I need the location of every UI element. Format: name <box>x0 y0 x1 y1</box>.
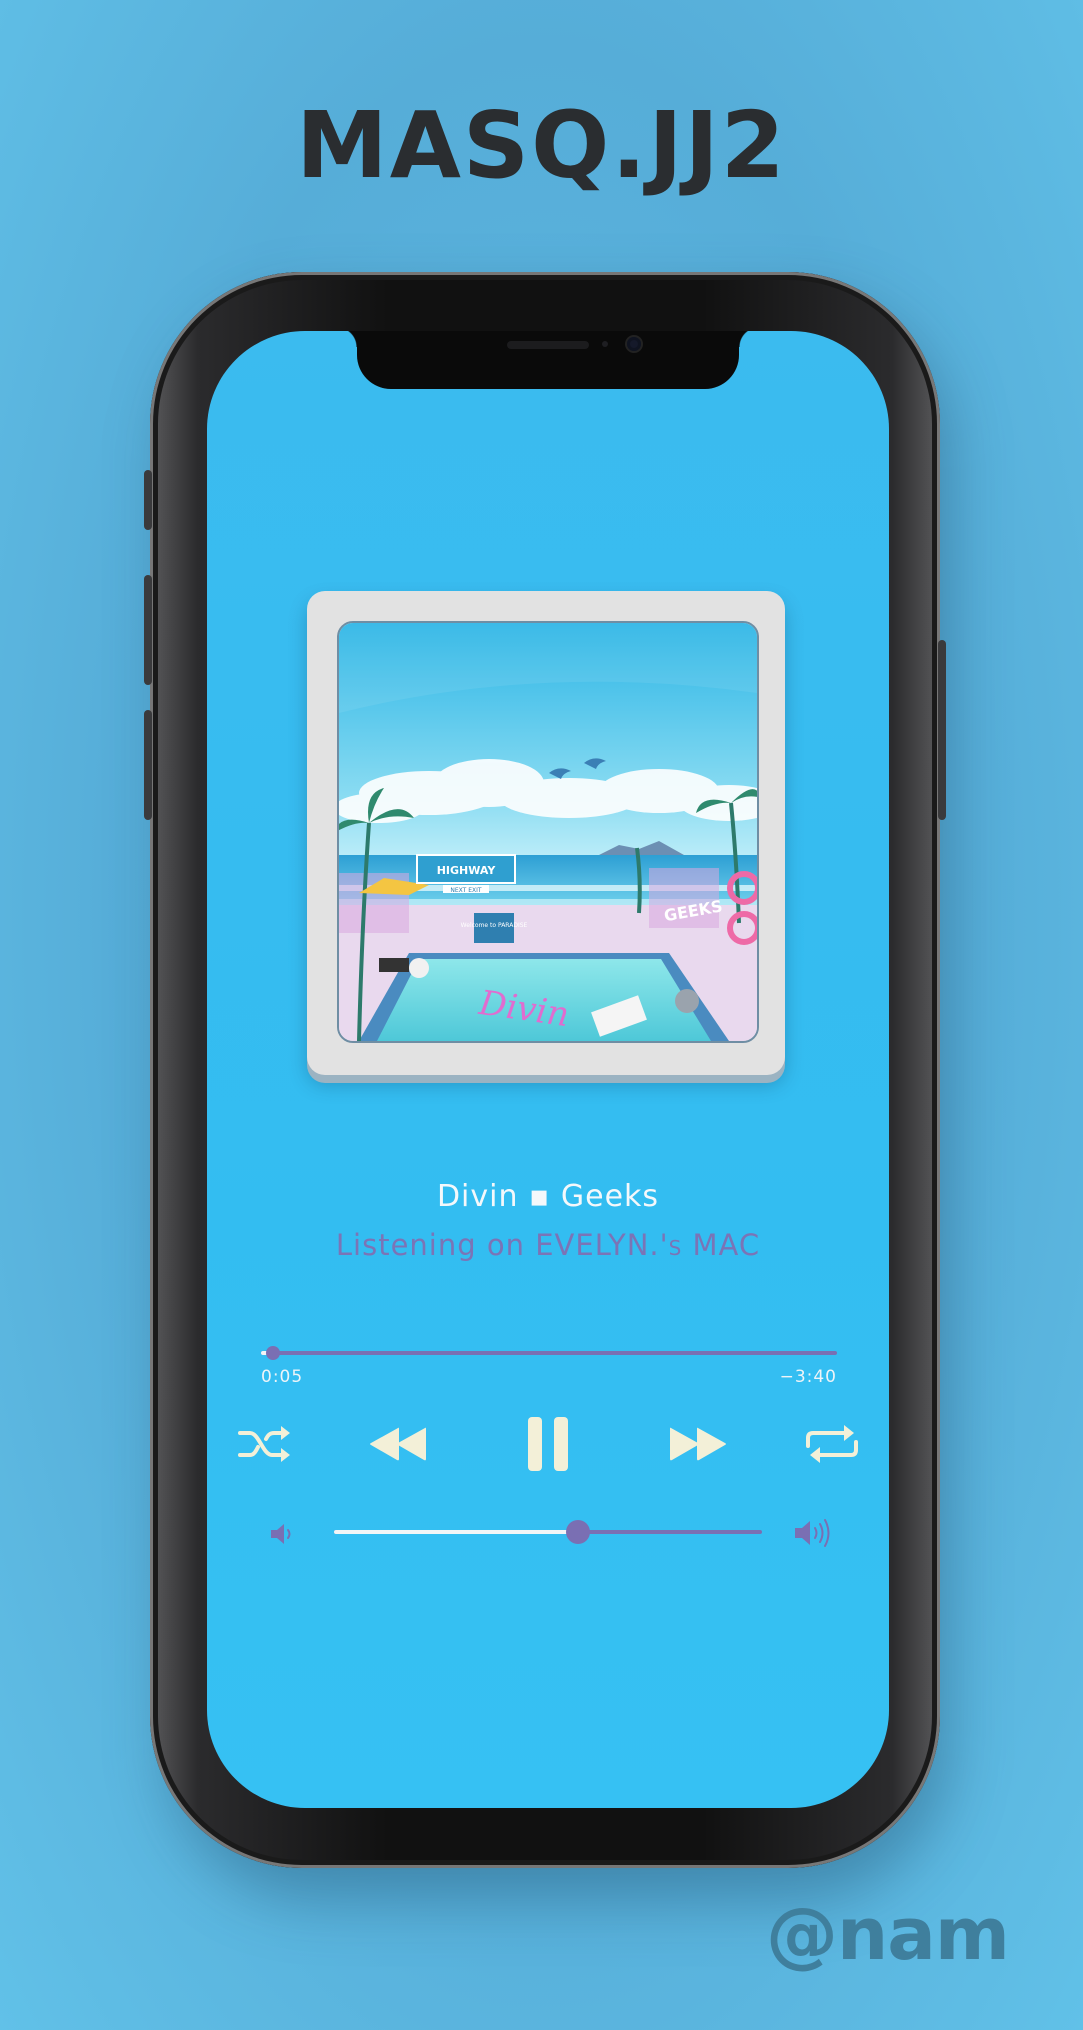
earpiece-speaker <box>507 341 589 349</box>
album-art-frame: Divin HIGHWAY NEXT EXIT Welcome to PARAD… <box>307 591 785 1075</box>
track-title: Divin ▪ Geeks <box>436 1179 660 1214</box>
progress-scrubber[interactable] <box>265 1346 280 1360</box>
album-art-illustration: Divin HIGHWAY NEXT EXIT Welcome to PARAD… <box>339 623 757 1041</box>
volume-knob[interactable] <box>565 1520 590 1544</box>
album-sign-next-exit: NEXT EXIT <box>450 887 482 894</box>
rewind-button[interactable] <box>365 1409 431 1479</box>
progress-bar[interactable] <box>261 1346 837 1360</box>
elapsed-time: 0:05 <box>261 1367 304 1387</box>
volume-fill <box>334 1530 578 1534</box>
phone-screen: Divin HIGHWAY NEXT EXIT Welcome to PARAD… <box>207 331 889 1808</box>
shuffle-icon <box>238 1426 290 1462</box>
fast-forward-icon <box>670 1427 726 1461</box>
rewind-icon <box>370 1427 426 1461</box>
poster-title: MASQ.JJ2 <box>296 92 787 199</box>
power-button <box>938 640 946 820</box>
listening-prefix: Listening on <box>335 1228 536 1262</box>
volume-low-icon <box>269 1523 295 1549</box>
front-camera <box>627 337 641 351</box>
pause-button[interactable] <box>513 1409 583 1479</box>
remaining-time: −3:40 <box>779 1367 837 1387</box>
album-art[interactable]: Divin HIGHWAY NEXT EXIT Welcome to PARAD… <box>337 621 759 1043</box>
pause-icon <box>528 1417 568 1471</box>
album-sign-welcome: Welcome to PARADISE <box>461 922 528 929</box>
device-name: EVELYN.'s MAC <box>535 1228 761 1262</box>
volume-down-button <box>144 710 152 820</box>
album-sign-highway: HIGHWAY <box>437 864 497 877</box>
fast-forward-button[interactable] <box>665 1409 731 1479</box>
listening-device[interactable]: Listening on EVELYN.'s MAC <box>207 1228 889 1262</box>
shuffle-button[interactable] <box>232 1409 298 1479</box>
notch <box>337 331 759 389</box>
volume-slider[interactable] <box>334 1520 762 1544</box>
mute-switch <box>144 470 152 530</box>
volume-high-icon <box>793 1518 833 1552</box>
repeat-icon <box>806 1425 858 1463</box>
repeat-button[interactable] <box>799 1409 865 1479</box>
proximity-sensor <box>602 341 608 347</box>
author-watermark: @nam <box>766 1892 1010 1976</box>
volume-up-button <box>144 575 152 685</box>
